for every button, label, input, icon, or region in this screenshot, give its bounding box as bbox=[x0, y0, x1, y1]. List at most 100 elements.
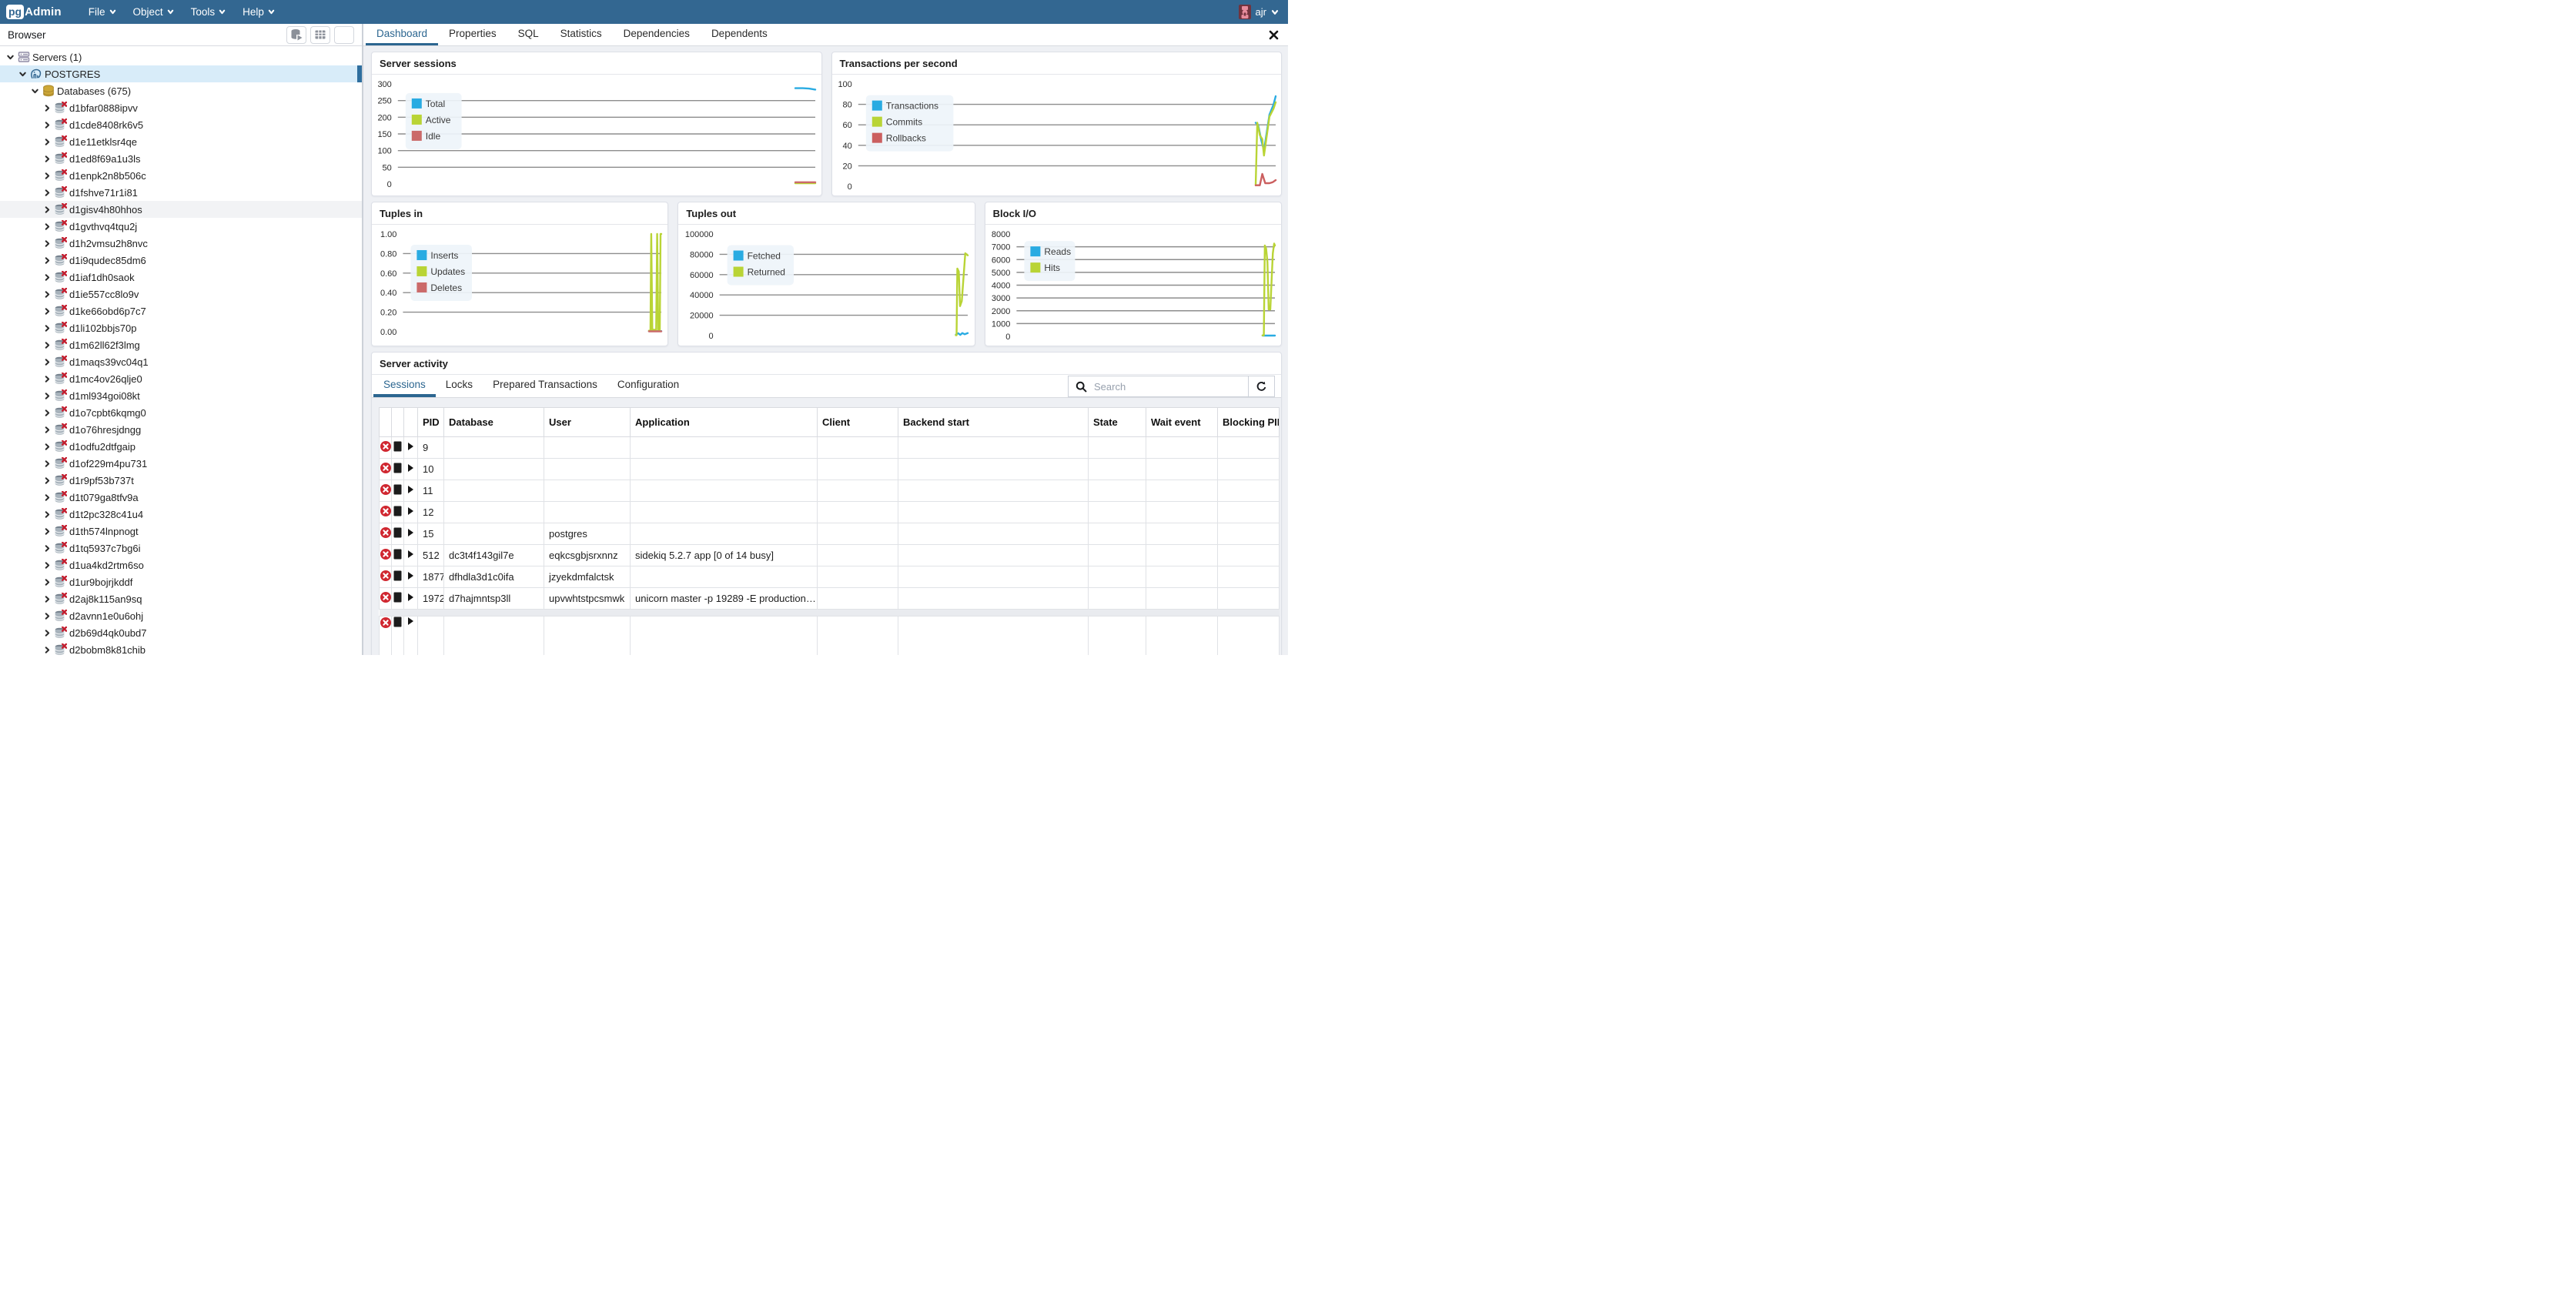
menu-help[interactable]: Help bbox=[234, 0, 283, 24]
terminate-session-button[interactable] bbox=[392, 523, 404, 545]
expand-row-button[interactable] bbox=[404, 480, 418, 502]
tree-item-database[interactable]: d1cde8408rk6v5 bbox=[0, 116, 362, 133]
chevron-down-icon[interactable] bbox=[5, 53, 15, 62]
activity-tab-configuration[interactable]: Configuration bbox=[607, 375, 689, 397]
expand-row-button[interactable] bbox=[404, 502, 418, 523]
tree-item-database[interactable]: d1li102bbjs70p bbox=[0, 319, 362, 336]
terminate-session-button[interactable] bbox=[392, 459, 404, 480]
expand-row-button[interactable] bbox=[404, 545, 418, 566]
chevron-right-icon[interactable] bbox=[42, 121, 52, 129]
refresh-button[interactable] bbox=[1248, 376, 1274, 396]
tree-item-database[interactable]: d1enpk2n8b506c bbox=[0, 167, 362, 184]
chevron-right-icon[interactable] bbox=[42, 443, 52, 451]
tree-item-database[interactable]: d1th574lnpnogt bbox=[0, 523, 362, 540]
chevron-right-icon[interactable] bbox=[42, 510, 52, 519]
expand-row-button[interactable] bbox=[404, 459, 418, 480]
chevron-right-icon[interactable] bbox=[42, 307, 52, 316]
tree-item-database[interactable]: d1of229m4pu731 bbox=[0, 455, 362, 472]
chevron-right-icon[interactable] bbox=[42, 341, 52, 349]
tab-dashboard[interactable]: Dashboard bbox=[366, 24, 438, 45]
tree-item-database[interactable]: d1ml934goi08kt bbox=[0, 387, 362, 404]
user-menu[interactable]: ajr bbox=[1239, 5, 1279, 19]
activity-tab-prepared-transactions[interactable]: Prepared Transactions bbox=[483, 375, 607, 397]
cancel-session-button[interactable] bbox=[380, 617, 392, 656]
close-icon[interactable] bbox=[1260, 24, 1288, 45]
tree-item-database[interactable]: d1tq5937c7bg6i bbox=[0, 540, 362, 556]
chevron-right-icon[interactable] bbox=[42, 493, 52, 502]
tree-item-database[interactable]: d1e11etklsr4qe bbox=[0, 133, 362, 150]
tab-statistics[interactable]: Statistics bbox=[550, 24, 613, 45]
chevron-right-icon[interactable] bbox=[42, 426, 52, 434]
query-tool-button[interactable] bbox=[286, 26, 306, 44]
tree-item-database[interactable]: d1gvthvq4tqu2j bbox=[0, 218, 362, 235]
tree-item-database[interactable]: d1t2pc328c41u4 bbox=[0, 506, 362, 523]
tree-item-database[interactable]: d1m62ll62f3lmg bbox=[0, 336, 362, 353]
tree-item-database[interactable]: d1iaf1dh0saok bbox=[0, 269, 362, 286]
expand-row-button[interactable] bbox=[404, 523, 418, 545]
tree-item-databases[interactable]: Databases (675) bbox=[0, 82, 362, 99]
cancel-session-button[interactable] bbox=[380, 523, 392, 545]
terminate-session-button[interactable] bbox=[392, 617, 404, 656]
tree-item-database[interactable]: d1ua4kd2rtm6so bbox=[0, 556, 362, 573]
chevron-right-icon[interactable] bbox=[42, 595, 52, 603]
cancel-session-button[interactable] bbox=[380, 502, 392, 523]
tree-item-database[interactable]: d1t079ga8tfv9a bbox=[0, 489, 362, 506]
chevron-right-icon[interactable] bbox=[42, 256, 52, 265]
chevron-right-icon[interactable] bbox=[42, 206, 52, 214]
tree-item-database[interactable]: d1maqs39vc04q1 bbox=[0, 353, 362, 370]
chevron-down-icon[interactable] bbox=[17, 70, 28, 79]
chevron-right-icon[interactable] bbox=[42, 460, 52, 468]
tab-properties[interactable]: Properties bbox=[438, 24, 507, 45]
tree-item-database[interactable]: d1odfu2dtfgaip bbox=[0, 438, 362, 455]
chevron-right-icon[interactable] bbox=[42, 172, 52, 180]
tree-item-database[interactable]: d1o76hresjdngg bbox=[0, 421, 362, 438]
expand-row-button[interactable] bbox=[404, 617, 418, 656]
chevron-right-icon[interactable] bbox=[42, 290, 52, 299]
view-data-button[interactable] bbox=[310, 26, 330, 44]
chevron-right-icon[interactable] bbox=[42, 527, 52, 536]
chevron-right-icon[interactable] bbox=[42, 612, 52, 620]
tree-item-database[interactable]: d1fshve71r1i81 bbox=[0, 184, 362, 201]
chevron-down-icon[interactable] bbox=[29, 87, 40, 95]
cancel-session-button[interactable] bbox=[380, 545, 392, 566]
tree-item-database[interactable]: d1o7cpbt6kqmg0 bbox=[0, 404, 362, 421]
search-input[interactable] bbox=[1094, 381, 1248, 393]
tree-item-database[interactable]: d1r9pf53b737t bbox=[0, 472, 362, 489]
tree-item-database[interactable]: d1ed8f69a1u3ls bbox=[0, 150, 362, 167]
cancel-session-button[interactable] bbox=[380, 566, 392, 588]
terminate-session-button[interactable] bbox=[392, 545, 404, 566]
tree-item-database[interactable]: d1mc4ov26qlje0 bbox=[0, 370, 362, 387]
tree-item-database[interactable]: d1i9qudec85dm6 bbox=[0, 252, 362, 269]
terminate-session-button[interactable] bbox=[392, 502, 404, 523]
filtered-rows-button[interactable] bbox=[334, 26, 354, 44]
tab-dependents[interactable]: Dependents bbox=[701, 24, 778, 45]
tree-item-database[interactable]: d2b69d4qk0ubd7 bbox=[0, 624, 362, 641]
chevron-right-icon[interactable] bbox=[42, 222, 52, 231]
menu-file[interactable]: File bbox=[80, 0, 125, 24]
chevron-right-icon[interactable] bbox=[42, 561, 52, 570]
tree-item-database[interactable]: d2avnn1e0u6ohj bbox=[0, 607, 362, 624]
expand-row-button[interactable] bbox=[404, 566, 418, 588]
cancel-session-button[interactable] bbox=[380, 588, 392, 610]
tab-dependencies[interactable]: Dependencies bbox=[613, 24, 701, 45]
chevron-right-icon[interactable] bbox=[42, 189, 52, 197]
expand-row-button[interactable] bbox=[404, 588, 418, 610]
chevron-right-icon[interactable] bbox=[42, 104, 52, 112]
activity-tab-sessions[interactable]: Sessions bbox=[373, 375, 436, 397]
tree-item-database[interactable]: d1bfar0888ipvv bbox=[0, 99, 362, 116]
terminate-session-button[interactable] bbox=[392, 588, 404, 610]
activity-tab-locks[interactable]: Locks bbox=[436, 375, 483, 397]
tree-item-database[interactable]: d1ie557cc8lo9v bbox=[0, 286, 362, 302]
cancel-session-button[interactable] bbox=[380, 459, 392, 480]
tree-item-database[interactable]: d1h2vmsu2h8nvc bbox=[0, 235, 362, 252]
tree-item-server-postgres[interactable]: POSTGRES bbox=[0, 65, 362, 82]
terminate-session-button[interactable] bbox=[392, 480, 404, 502]
chevron-right-icon[interactable] bbox=[42, 392, 52, 400]
tree-item-servers[interactable]: Servers (1) bbox=[0, 48, 362, 65]
menu-tools[interactable]: Tools bbox=[182, 0, 235, 24]
cancel-session-button[interactable] bbox=[380, 480, 392, 502]
chevron-right-icon[interactable] bbox=[42, 358, 52, 366]
tree-item-database[interactable]: d2bobm8k81chib bbox=[0, 641, 362, 655]
chevron-right-icon[interactable] bbox=[42, 375, 52, 383]
chevron-right-icon[interactable] bbox=[42, 239, 52, 248]
